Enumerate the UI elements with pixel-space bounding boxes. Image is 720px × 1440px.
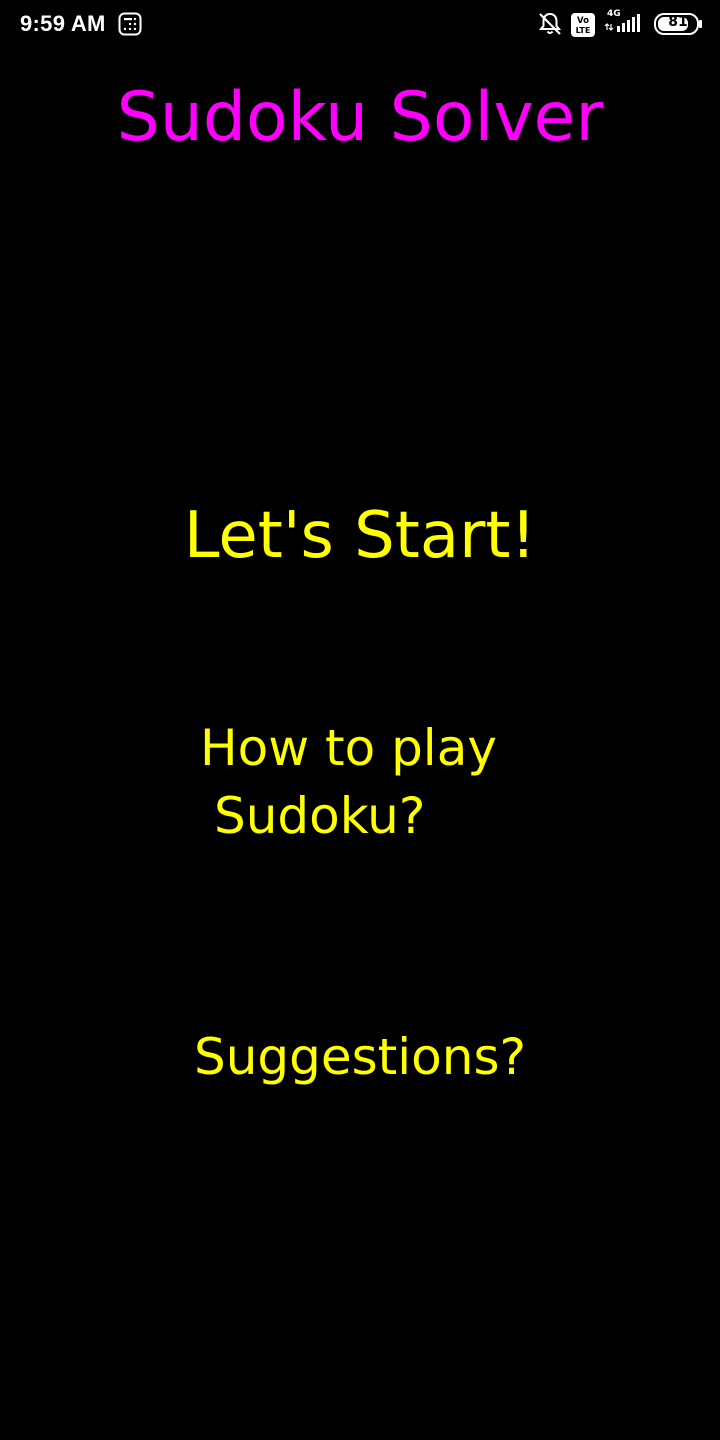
signal-icon [604,14,640,32]
svg-text:LTE: LTE [576,26,591,35]
battery-level: 81 [668,14,688,30]
app-title: Sudoku Solver [116,78,604,157]
how-to-play-label-line2: Sudoku? [214,787,426,845]
status-bar: 9:59 AM Vo LTE 4G 81 [0,0,720,50]
bell-muted-icon [538,12,562,35]
lets-start-button[interactable]: Let's Start! [0,498,720,574]
how-to-play-label-line1: How to play [200,719,497,777]
volte-icon: Vo LTE [571,13,595,37]
suggestions-button[interactable]: Suggestions? [0,1024,720,1090]
status-time: 9:59 AM [20,11,106,36]
svg-text:Vo: Vo [577,16,589,26]
how-to-play-button[interactable]: How to play Sudoku? [200,714,530,850]
app-grid-icon [118,12,142,36]
